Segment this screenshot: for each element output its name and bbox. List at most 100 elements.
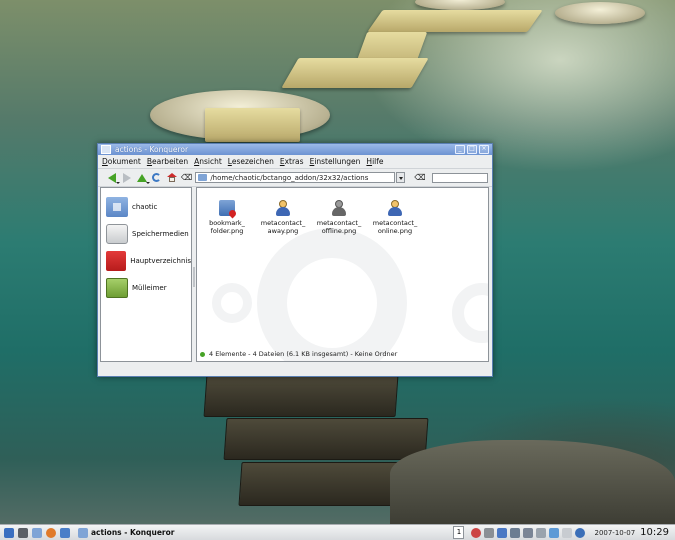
menu-ansicht[interactable]: Ansicht <box>194 157 222 166</box>
sidebar-item-muelleimer[interactable]: Mülleimer <box>101 274 191 301</box>
folder-icon <box>198 174 208 181</box>
panel-splitter[interactable] <box>193 267 195 287</box>
maximize-button[interactable]: □ <box>467 145 477 154</box>
file-name-line1: metacontact_ <box>316 219 362 227</box>
file-name-line1: metacontact_ <box>372 219 418 227</box>
file-item[interactable]: bookmark_ folder.png <box>199 200 255 235</box>
content-area: chaotic Speichermedien Hauptverzeichnis … <box>100 187 490 374</box>
location-dropdown[interactable] <box>396 172 406 183</box>
menu-bearbeiten[interactable]: Bearbeiten <box>147 157 188 166</box>
task-konqueror[interactable]: actions - Konqueror <box>78 527 175 538</box>
window-app-icon[interactable] <box>101 145 111 154</box>
globe-icon[interactable] <box>575 527 586 538</box>
taskbar: actions - Konqueror 1 2007-10-07 10:29 <box>0 524 675 540</box>
menu-hilfe[interactable]: Hilfe <box>366 157 383 166</box>
menubar: Dokument Bearbeiten Ansicht Lesezeichen … <box>98 155 492 169</box>
wallpaper-pier <box>203 375 399 417</box>
volume-icon[interactable] <box>523 527 534 538</box>
contact-online-icon <box>387 200 403 216</box>
forward-icon <box>122 172 131 183</box>
drive-icon <box>106 223 128 244</box>
file-name-line1: bookmark_ <box>209 219 245 227</box>
wallpaper-rock <box>390 440 675 525</box>
file-item[interactable]: metacontact_ away.png <box>255 200 311 235</box>
menu-dokument[interactable]: Dokument <box>102 157 141 166</box>
watermark-logo <box>257 228 407 361</box>
sidebar-item-label: Speichermedien <box>132 229 189 238</box>
trash-icon <box>106 277 128 298</box>
wallpaper-plank <box>281 58 429 88</box>
file-name-line2: folder.png <box>210 227 244 235</box>
firefox-icon[interactable] <box>46 527 56 538</box>
status-text: 4 Elemente - 4 Dateien (6.1 KB insgesamt… <box>209 350 398 358</box>
home-folder-icon <box>106 196 128 217</box>
sidebar-item-hauptverzeichnis[interactable]: Hauptverzeichnis <box>101 247 191 274</box>
minimize-button[interactable]: _ <box>455 145 465 154</box>
home-button[interactable] <box>166 172 177 183</box>
folder-icon <box>78 527 88 538</box>
watermark-gear <box>452 283 488 343</box>
watermark-gear <box>212 283 252 323</box>
clock-time[interactable]: 10:29 <box>640 527 669 538</box>
back-button[interactable] <box>106 172 120 184</box>
file-view[interactable]: bookmark_ folder.png metacontact_ away.p… <box>196 187 489 362</box>
battery-icon[interactable] <box>536 527 547 538</box>
file-name-line2: online.png <box>377 227 413 235</box>
file-item[interactable]: metacontact_ online.png <box>367 200 423 235</box>
menu-einstellungen[interactable]: Einstellungen <box>310 157 361 166</box>
file-name-line2: away.png <box>267 227 299 235</box>
forward-button[interactable] <box>121 172 132 183</box>
menu-extras[interactable]: Extras <box>280 157 304 166</box>
go-icon[interactable]: ⌫ <box>414 173 425 182</box>
menu-lesezeichen[interactable]: Lesezeichen <box>228 157 274 166</box>
sidebar-item-label: Hauptverzeichnis <box>130 256 191 265</box>
window-title: actions - Konqueror <box>115 145 189 154</box>
kde-menu-icon[interactable] <box>4 527 14 538</box>
back-icon <box>107 172 116 183</box>
reload-button[interactable] <box>151 172 162 183</box>
location-bar[interactable]: /home/chaotic/bctango_addon/32x32/action… <box>195 172 396 183</box>
file-name-line2: offline.png <box>321 227 357 235</box>
up-icon <box>136 173 147 182</box>
contact-away-icon <box>275 200 291 216</box>
terminal-icon[interactable] <box>18 527 28 538</box>
network-icon[interactable] <box>60 527 70 538</box>
system-tray <box>468 527 586 538</box>
toolbar: ⌫ /home/chaotic/bctango_addon/32x32/acti… <box>98 169 492 187</box>
file-name-line1: metacontact_ <box>260 219 306 227</box>
sidebar-item-chaotic[interactable]: chaotic <box>101 193 191 220</box>
wallpaper-stone <box>415 0 505 10</box>
up-dropdown-icon <box>146 182 150 184</box>
wallpaper-plank <box>367 10 543 32</box>
back-dropdown-icon <box>116 182 120 184</box>
sidebar-item-label: chaotic <box>132 202 158 211</box>
sidebar-item-label: Mülleimer <box>132 283 167 292</box>
wallpaper-plank <box>205 108 300 142</box>
wallpaper-stone <box>555 2 645 24</box>
file-item[interactable]: metacontact_ offline.png <box>311 200 367 235</box>
sidebar-item-speichermedien[interactable]: Speichermedien <box>101 220 191 247</box>
contact-offline-icon <box>331 200 347 216</box>
close-button[interactable]: × <box>479 145 489 154</box>
update-icon[interactable] <box>549 527 560 538</box>
desktop-icon[interactable] <box>32 527 42 538</box>
window-titlebar[interactable]: actions - Konqueror _ □ × <box>98 144 492 155</box>
home-icon <box>166 173 177 182</box>
task-label: actions - Konqueror <box>91 528 175 537</box>
sidebar-panel: chaotic Speichermedien Hauptverzeichnis … <box>100 187 192 362</box>
notes-icon[interactable] <box>562 527 573 538</box>
status-indicator-icon <box>200 351 205 357</box>
clear-location-icon[interactable]: ⌫ <box>181 173 192 182</box>
red-folder-icon <box>106 250 127 271</box>
monitor-icon[interactable] <box>497 527 508 538</box>
status-bar: 4 Elemente - 4 Dateien (6.1 KB insgesamt… <box>200 350 397 358</box>
network-tray-icon[interactable] <box>510 527 521 538</box>
search-input[interactable] <box>431 172 488 183</box>
wallpaper-pier <box>223 418 429 460</box>
desktop-pager[interactable]: 1 <box>453 526 465 539</box>
location-input[interactable]: /home/chaotic/bctango_addon/32x32/action… <box>210 174 368 182</box>
firefox-tray-icon[interactable] <box>471 527 482 538</box>
clipboard-icon[interactable] <box>484 527 495 538</box>
bookmark-folder-icon <box>219 200 235 216</box>
up-button[interactable] <box>136 172 150 184</box>
